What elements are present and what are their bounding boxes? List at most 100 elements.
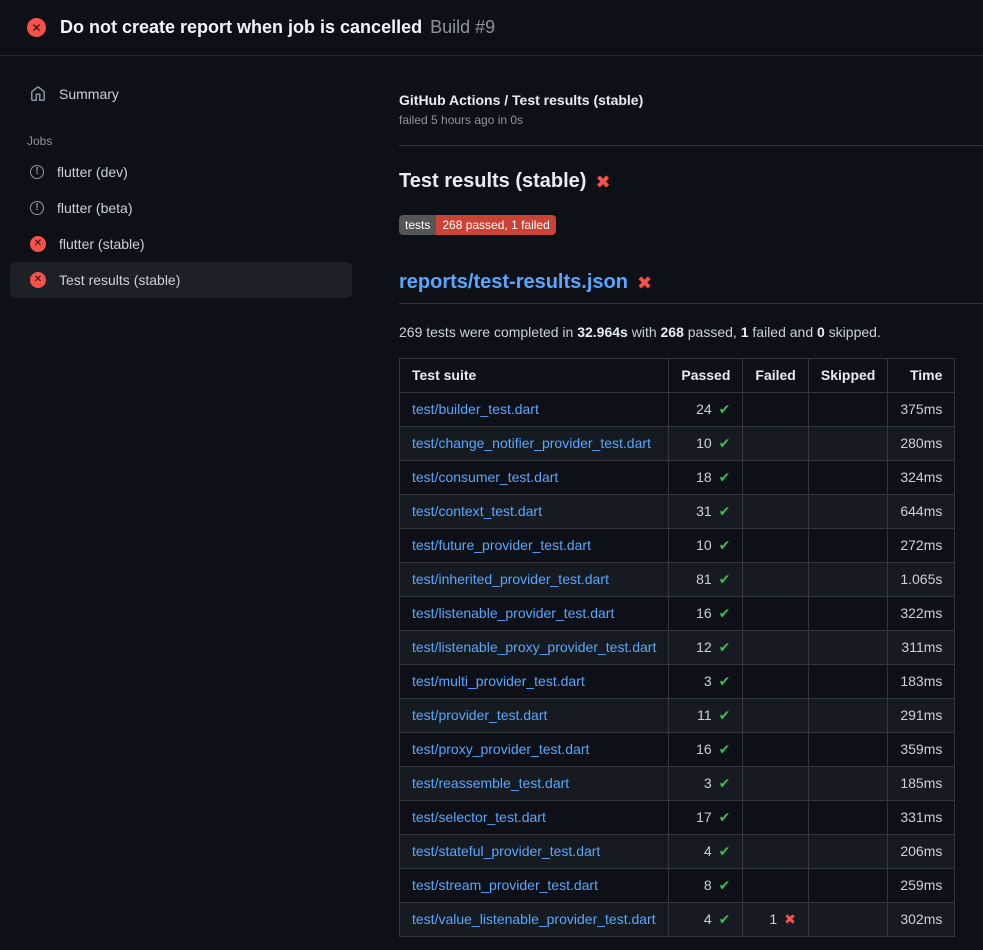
table-row: test/consumer_test.dart 18✔ 324ms xyxy=(400,461,955,495)
column-header: Passed xyxy=(669,359,743,393)
summary-text: failed and xyxy=(749,324,818,340)
skipped-cell xyxy=(808,733,887,767)
suite-link[interactable]: test/context_test.dart xyxy=(412,503,542,519)
section-title-text: Test results (stable) xyxy=(399,170,586,193)
failed-cell xyxy=(743,699,808,733)
skipped-cell xyxy=(808,495,887,529)
summary-duration: 32.964s xyxy=(577,324,628,340)
table-row: test/multi_provider_test.dart 3✔ 183ms xyxy=(400,665,955,699)
failed-cell xyxy=(743,597,808,631)
sidebar-job-item[interactable]: ! flutter (beta) xyxy=(10,190,352,226)
suite-link[interactable]: test/multi_provider_test.dart xyxy=(412,673,585,689)
failed-cell xyxy=(743,495,808,529)
passed-cell: 31✔ xyxy=(669,495,743,529)
alert-circle-icon: ! xyxy=(30,165,44,179)
passed-cell: 10✔ xyxy=(669,427,743,461)
suite-link[interactable]: test/reassemble_test.dart xyxy=(412,775,569,791)
suite-link[interactable]: test/change_notifier_provider_test.dart xyxy=(412,435,651,451)
skipped-cell xyxy=(808,767,887,801)
failed-cell xyxy=(743,393,808,427)
skipped-cell xyxy=(808,461,887,495)
passed-cell: 17✔ xyxy=(669,801,743,835)
badge-label: tests xyxy=(399,215,436,235)
sidebar-job-item[interactable]: ! flutter (dev) xyxy=(10,154,352,190)
pass-check-icon: ✔ xyxy=(719,469,731,485)
summary-label: Summary xyxy=(59,86,119,102)
suite-link[interactable]: test/stateful_provider_test.dart xyxy=(412,843,600,859)
failed-cell xyxy=(743,801,808,835)
time-cell: 259ms xyxy=(888,869,955,903)
pass-check-icon: ✔ xyxy=(719,673,731,689)
fail-x-icon: ✖ xyxy=(595,173,610,191)
column-header: Time xyxy=(888,359,955,393)
failed-cell xyxy=(743,767,808,801)
table-row: test/selector_test.dart 17✔ 331ms xyxy=(400,801,955,835)
passed-cell: 3✔ xyxy=(669,767,743,801)
failed-cell xyxy=(743,665,808,699)
passed-cell: 8✔ xyxy=(669,869,743,903)
sidebar-job-item[interactable]: ✕ flutter (stable) xyxy=(10,226,352,262)
skipped-cell xyxy=(808,597,887,631)
table-row: test/listenable_proxy_provider_test.dart… xyxy=(400,631,955,665)
failed-cell: 1✖ xyxy=(743,903,808,937)
jobs-heading: Jobs xyxy=(0,112,371,154)
suite-link[interactable]: test/selector_test.dart xyxy=(412,809,546,825)
table-row: test/stream_provider_test.dart 8✔ 259ms xyxy=(400,869,955,903)
skipped-cell xyxy=(808,427,887,461)
table-row: test/provider_test.dart 11✔ 291ms xyxy=(400,699,955,733)
skipped-cell xyxy=(808,631,887,665)
suite-link[interactable]: test/builder_test.dart xyxy=(412,401,539,417)
job-label: Test results (stable) xyxy=(59,272,180,288)
x-circle-icon: ✕ xyxy=(30,236,46,252)
sidebar-item-summary[interactable]: Summary xyxy=(10,76,352,112)
x-circle-icon: ✕ xyxy=(27,18,46,37)
table-row: test/builder_test.dart 24✔ 375ms xyxy=(400,393,955,427)
column-header: Test suite xyxy=(400,359,669,393)
suite-link[interactable]: test/listenable_provider_test.dart xyxy=(412,605,614,621)
passed-cell: 16✔ xyxy=(669,597,743,631)
run-meta: failed 5 hours ago in 0s xyxy=(399,113,983,127)
suite-link[interactable]: test/provider_test.dart xyxy=(412,707,547,723)
time-cell: 322ms xyxy=(888,597,955,631)
summary-text: skipped. xyxy=(825,324,881,340)
suite-link[interactable]: test/future_provider_test.dart xyxy=(412,537,591,553)
report-file-link[interactable]: reports/test-results.json xyxy=(399,271,628,294)
suite-link[interactable]: test/consumer_test.dart xyxy=(412,469,558,485)
pass-check-icon: ✔ xyxy=(719,537,731,553)
suite-link[interactable]: test/listenable_proxy_provider_test.dart xyxy=(412,639,656,655)
pass-check-icon: ✔ xyxy=(719,571,731,587)
time-cell: 644ms xyxy=(888,495,955,529)
suite-link[interactable]: test/inherited_provider_test.dart xyxy=(412,571,609,587)
skipped-cell xyxy=(808,665,887,699)
run-header: ✕ Do not create report when job is cance… xyxy=(0,0,983,56)
table-header-row: Test suitePassedFailedSkippedTime xyxy=(400,359,955,393)
suite-link[interactable]: test/proxy_provider_test.dart xyxy=(412,741,589,757)
table-row: test/proxy_provider_test.dart 16✔ 359ms xyxy=(400,733,955,767)
time-cell: 185ms xyxy=(888,767,955,801)
pass-check-icon: ✔ xyxy=(719,741,731,757)
summary-text: 269 tests were completed in xyxy=(399,324,577,340)
test-results-table: Test suitePassedFailedSkippedTime test/b… xyxy=(399,358,955,937)
summary-passed-count: 268 xyxy=(661,324,684,340)
failed-cell xyxy=(743,869,808,903)
summary-skipped-count: 0 xyxy=(817,324,825,340)
pass-check-icon: ✔ xyxy=(719,605,731,621)
pass-check-icon: ✔ xyxy=(719,503,731,519)
suite-link[interactable]: test/value_listenable_provider_test.dart xyxy=(412,911,656,927)
summary-failed-count: 1 xyxy=(741,324,749,340)
sidebar-jobs: ! flutter (dev) ! flutter (beta) ✕ flutt… xyxy=(0,154,371,298)
table-row: test/future_provider_test.dart 10✔ 272ms xyxy=(400,529,955,563)
test-summary-line: 269 tests were completed in 32.964s with… xyxy=(399,324,983,340)
pass-check-icon: ✔ xyxy=(719,775,731,791)
suite-link[interactable]: test/stream_provider_test.dart xyxy=(412,877,598,893)
time-cell: 331ms xyxy=(888,801,955,835)
time-cell: 272ms xyxy=(888,529,955,563)
sidebar: Summary Jobs ! flutter (dev) ! flutter (… xyxy=(0,56,371,298)
sidebar-job-item[interactable]: ✕ Test results (stable) xyxy=(10,262,352,298)
table-body: test/builder_test.dart 24✔ 375ms test/ch… xyxy=(400,393,955,937)
time-cell: 324ms xyxy=(888,461,955,495)
section-title: Test results (stable) ✖ xyxy=(399,170,983,193)
summary-text: passed, xyxy=(684,324,741,340)
skipped-cell xyxy=(808,835,887,869)
alert-circle-icon: ! xyxy=(30,201,44,215)
